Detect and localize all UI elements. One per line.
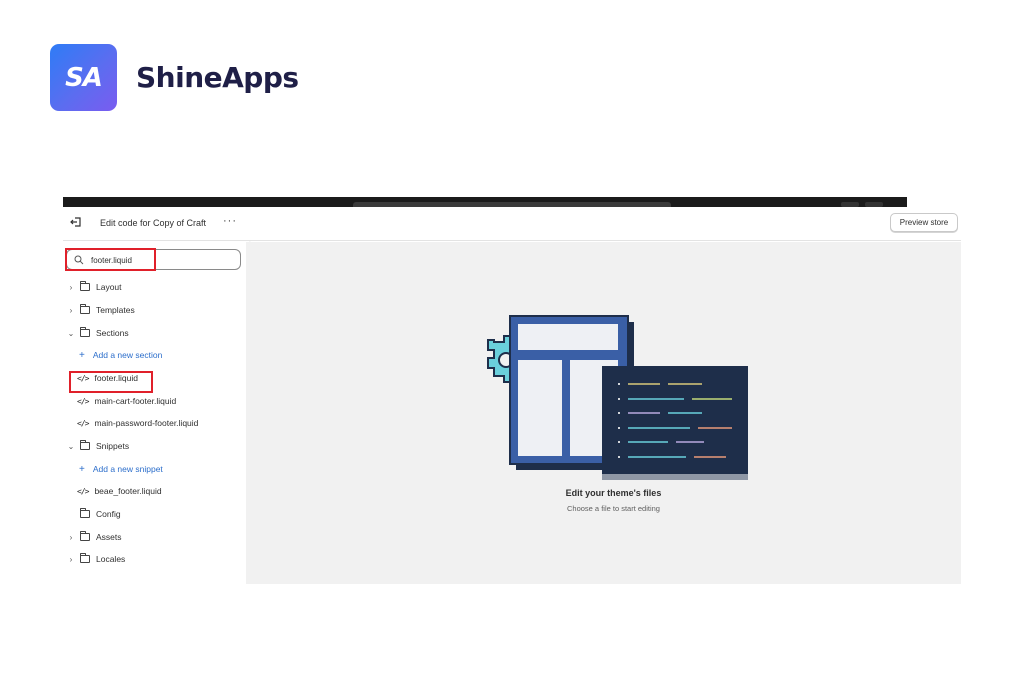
chevron-down-icon: ⌄ <box>67 328 75 338</box>
folder-label: Locales <box>96 554 126 564</box>
file-label: beae_footer.liquid <box>94 486 162 496</box>
page-title: Edit code for Copy of Craft <box>100 218 207 228</box>
file-beae-footer[interactable]: </> beae_footer.liquid <box>77 483 162 499</box>
folder-icon <box>80 531 90 541</box>
folder-snippets[interactable]: ⌄ Snippets <box>66 438 129 454</box>
editor-topbar: Edit code for Copy of Craft ··· Preview … <box>63 207 961 241</box>
folder-templates[interactable]: › Templates <box>66 302 135 318</box>
code-file-icon: </> <box>77 396 89 406</box>
folder-config[interactable]: Config <box>66 506 121 522</box>
add-section-label: Add a new section <box>92 350 163 360</box>
chevron-down-icon: ⌄ <box>67 441 75 451</box>
folder-icon <box>80 327 90 337</box>
file-sidebar: › Layout › Templates ⌄ Sections + Add a … <box>63 242 245 584</box>
folder-label: Sections <box>96 328 129 338</box>
preview-store-button[interactable]: Preview store <box>890 213 958 232</box>
file-main-password-footer[interactable]: </> main-password-footer.liquid <box>77 415 198 431</box>
search-highlight-box <box>65 248 156 271</box>
folder-icon <box>80 440 90 450</box>
code-file-icon: </> <box>77 486 89 496</box>
folder-label: Layout <box>96 282 122 292</box>
folder-sections[interactable]: ⌄ Sections <box>66 325 129 341</box>
editor-main: Edit your theme's files Choose a file to… <box>246 242 961 584</box>
folder-label: Config <box>96 509 121 519</box>
browser-chrome <box>63 197 907 208</box>
folder-label: Templates <box>96 305 135 315</box>
plus-icon: + <box>79 349 85 361</box>
folder-locales[interactable]: › Locales <box>66 551 125 567</box>
folder-icon <box>80 304 90 314</box>
brand-logo: SA <box>50 44 117 111</box>
plus-icon: + <box>79 463 85 475</box>
folder-label: Snippets <box>96 441 130 451</box>
brand-logo-text: SA <box>65 62 103 93</box>
folder-icon <box>80 281 90 291</box>
file-highlight-box <box>69 371 153 393</box>
empty-state-subtitle: Choose a file to start editing <box>567 504 660 513</box>
empty-state-title: Edit your theme's files <box>565 488 662 498</box>
brand-name: ShineApps <box>136 61 299 94</box>
more-actions-icon[interactable]: ··· <box>223 215 237 227</box>
add-snippet-label: Add a new snippet <box>92 464 163 474</box>
chevron-right-icon: › <box>69 532 73 542</box>
file-main-cart-footer[interactable]: </> main-cart-footer.liquid <box>77 393 176 409</box>
file-label: main-cart-footer.liquid <box>94 396 177 406</box>
chevron-right-icon: › <box>69 554 73 564</box>
brand: SA ShineApps <box>50 44 299 111</box>
add-section-link[interactable]: + Add a new section <box>79 347 162 363</box>
folder-icon <box>80 508 90 518</box>
theme-files-illustration-icon <box>487 315 748 480</box>
folder-layout[interactable]: › Layout <box>66 279 122 295</box>
folder-assets[interactable]: › Assets <box>66 529 122 545</box>
exit-icon[interactable] <box>69 215 83 229</box>
chevron-right-icon: › <box>69 282 73 292</box>
code-file-icon: </> <box>77 418 89 428</box>
folder-icon <box>80 553 90 563</box>
editor-screenshot: Edit code for Copy of Craft ··· Preview … <box>63 197 961 584</box>
add-snippet-link[interactable]: + Add a new snippet <box>79 461 163 477</box>
folder-label: Assets <box>96 532 122 542</box>
file-label: main-password-footer.liquid <box>94 418 199 428</box>
chevron-right-icon: › <box>69 305 73 315</box>
